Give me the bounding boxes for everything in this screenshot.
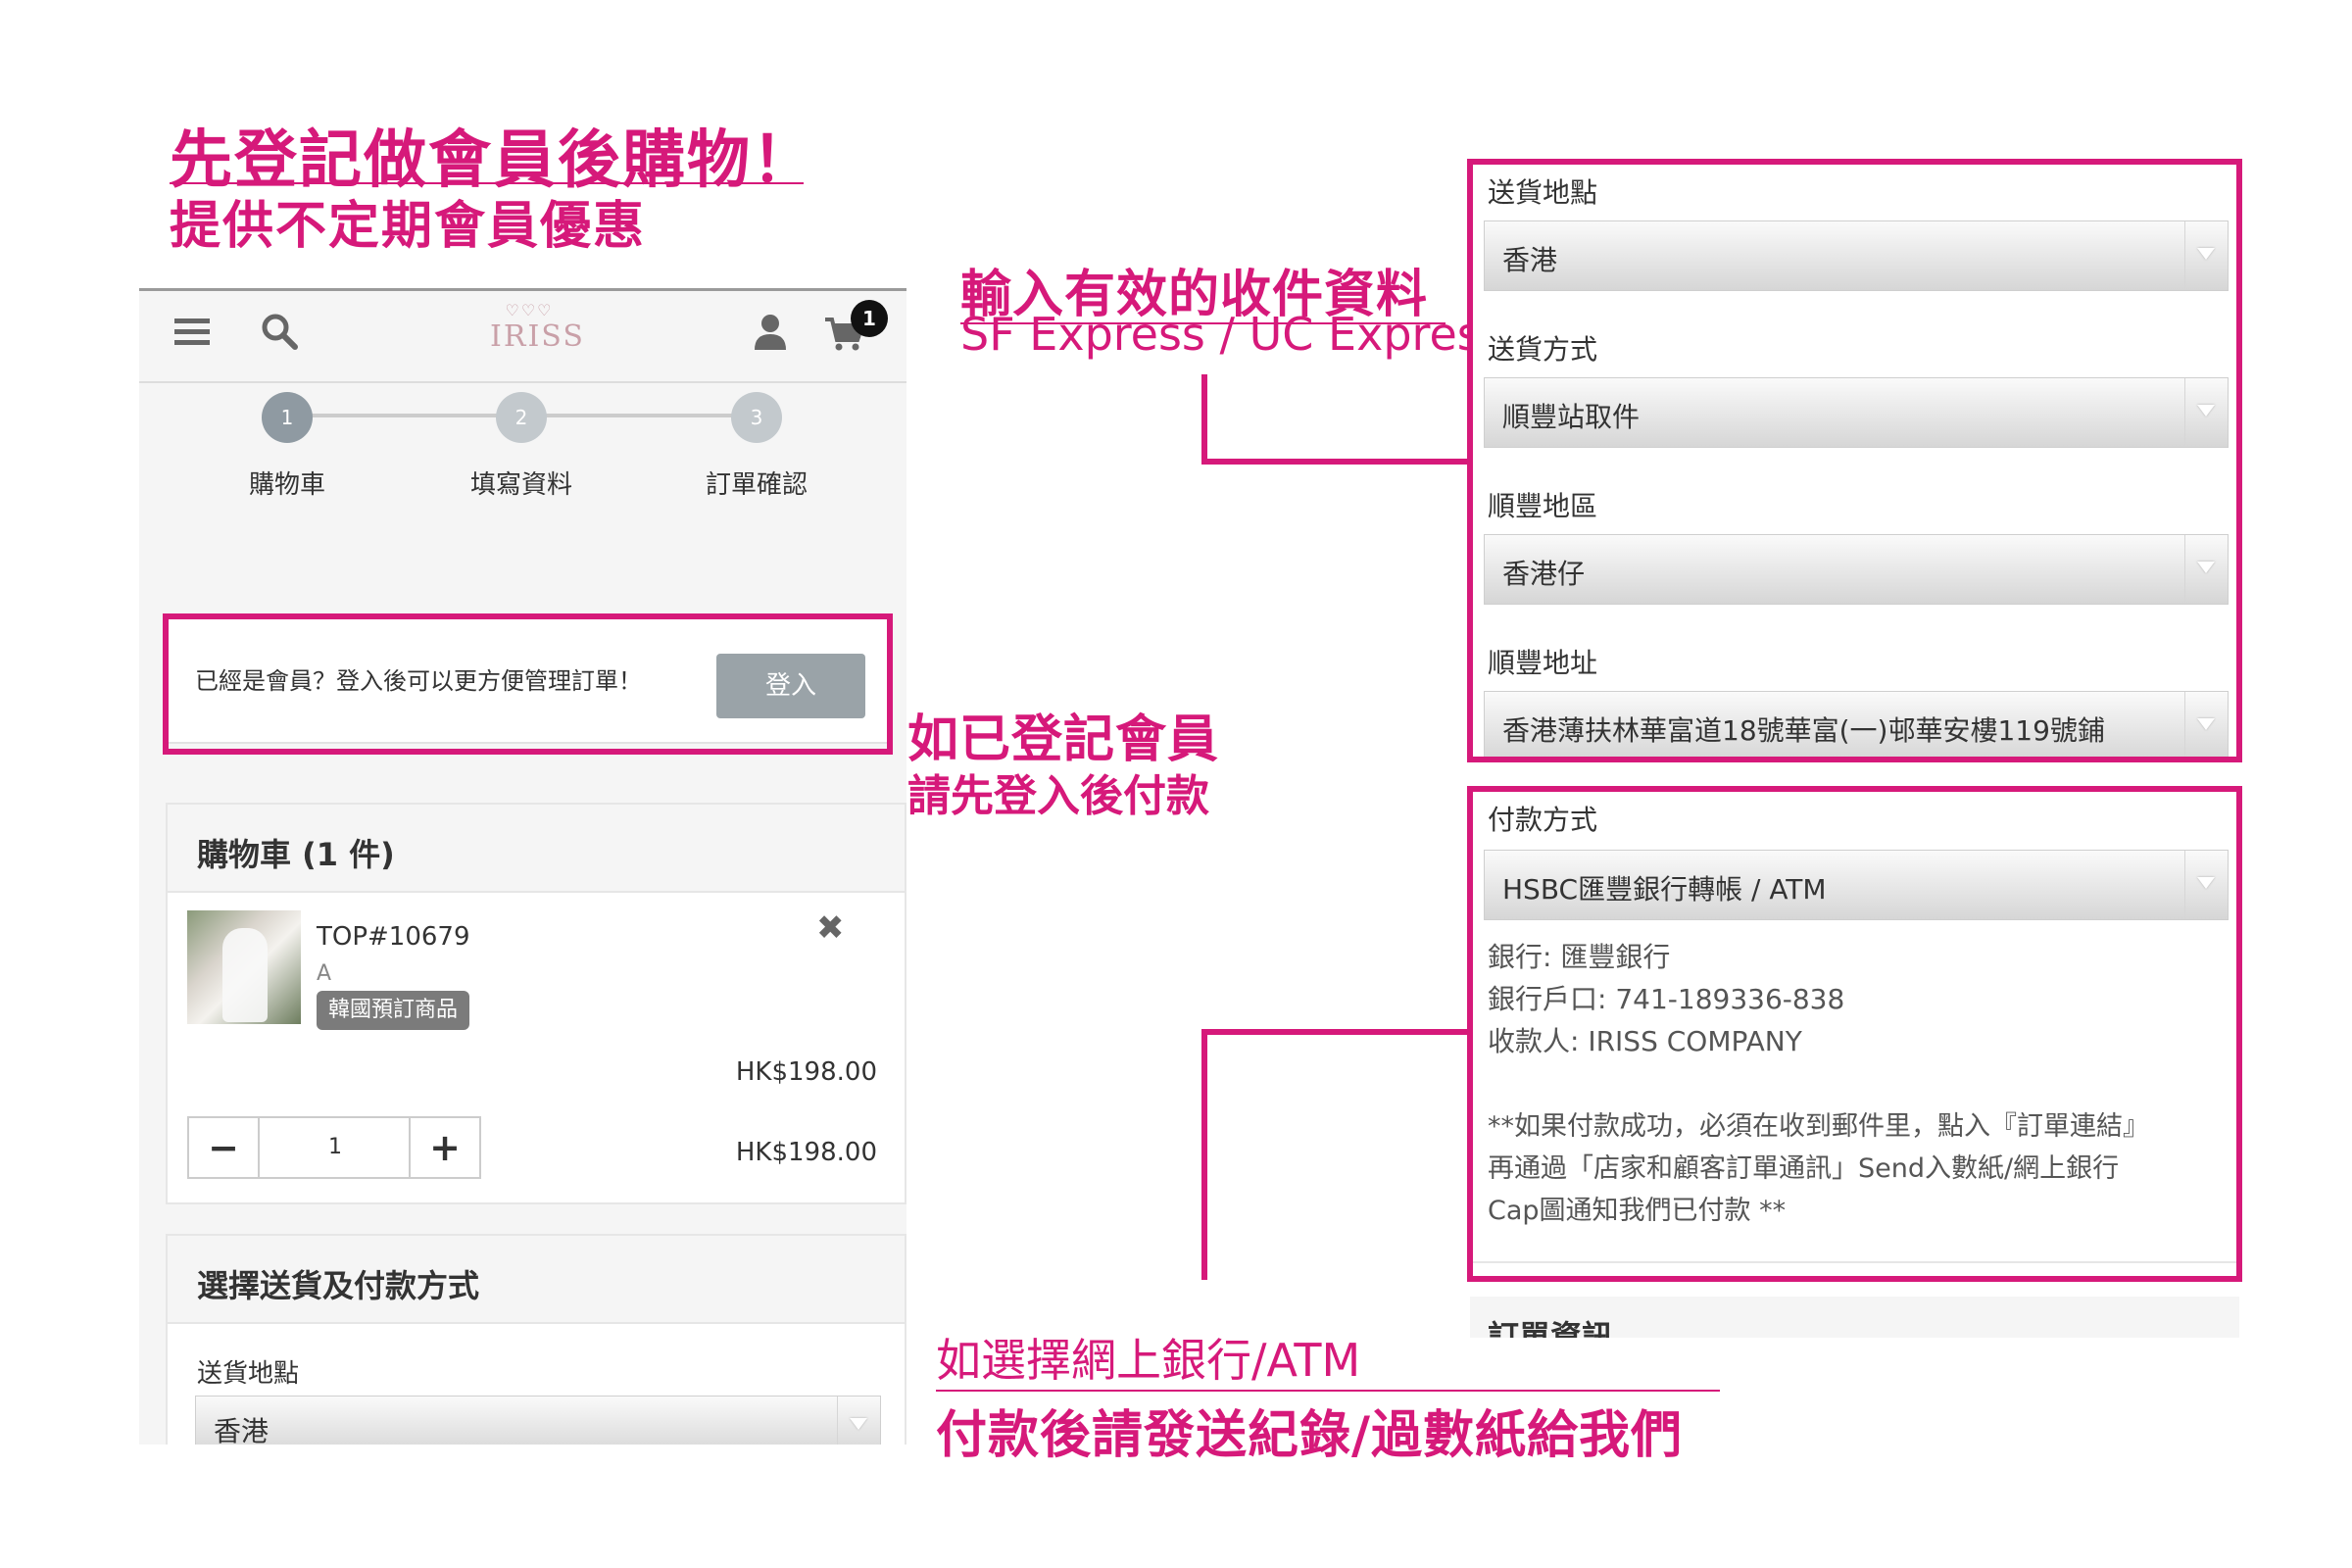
mobile-checkout-screen: ♡♡♡ IRISS 1 2 3 購物車 填寫資料 訂單確認 已經是會員？登入後可… xyxy=(139,288,906,1445)
shipping-highlight-box xyxy=(1467,159,2242,762)
quantity-plus-button[interactable]: + xyxy=(409,1118,479,1177)
chevron-down-icon xyxy=(837,1396,880,1445)
step-2-label: 填寫資料 xyxy=(469,470,572,500)
headline-sub-annotation: 提供不定期會員優惠 xyxy=(170,197,647,256)
delivery-location-value: 香港 xyxy=(214,1415,270,1445)
item-subtotal: HK$198.00 xyxy=(735,1138,877,1167)
cart-count-badge: 1 xyxy=(851,300,888,337)
shipping-note-sub: SF Express / UC Express xyxy=(960,308,1504,361)
quantity-input[interactable]: 1 xyxy=(260,1118,411,1177)
bank-note-title: 如選擇網上銀行/ATM xyxy=(936,1334,1361,1387)
step-3-label: 訂單確認 xyxy=(705,470,808,500)
unit-price: HK$198.00 xyxy=(735,1057,877,1087)
step-2-circle: 2 xyxy=(496,392,547,443)
cart-card-header: 購物車 (1 件) xyxy=(168,805,905,893)
login-highlight-box xyxy=(163,613,893,755)
order-info-title: 訂單資訊 xyxy=(1488,1318,1614,1338)
bank-note-sub: 付款後請發送紀錄/過數紙給我們 xyxy=(936,1406,1683,1465)
logo-hearts: ♡♡♡ xyxy=(505,301,554,319)
menu-icon[interactable] xyxy=(174,313,210,358)
bank-note-underline xyxy=(936,1390,1720,1392)
step-1-label: 購物車 xyxy=(248,470,325,500)
shipping-connector-vertical xyxy=(1201,374,1207,465)
quantity-stepper: − 1 + xyxy=(187,1116,481,1179)
delivery-card-header: 選擇送貨及付款方式 xyxy=(168,1236,905,1324)
cart-card: 購物車 (1 件) TOP#10679 A 韓國預訂商品 ✖ HK$198.00… xyxy=(166,803,906,1204)
product-thumbnail[interactable] xyxy=(187,910,301,1024)
step-1-circle: 1 xyxy=(262,392,313,443)
payment-connector-horizontal xyxy=(1201,1029,1472,1035)
cart-title: 購物車 (1 件) xyxy=(197,836,395,873)
top-navbar: ♡♡♡ IRISS xyxy=(139,291,906,383)
member-note-sub: 請先登入後付款 xyxy=(907,771,1209,821)
user-icon[interactable] xyxy=(755,313,786,360)
delivery-location-label: 送貨地點 xyxy=(197,1359,300,1389)
shipping-connector-horizontal xyxy=(1201,459,1472,465)
cart-item: TOP#10679 A 韓國預訂商品 ✖ HK$198.00 − 1 + HK$… xyxy=(168,893,905,1204)
order-info-header: 訂單資訊 xyxy=(1470,1297,2239,1338)
step-3-circle: 3 xyxy=(731,392,782,443)
payment-connector-vertical xyxy=(1201,1029,1207,1280)
delivery-payment-card: 選擇送貨及付款方式 送貨地點 香港 xyxy=(166,1234,906,1445)
product-variant: A xyxy=(317,961,332,986)
search-icon[interactable] xyxy=(261,313,298,360)
brand-logo[interactable]: ♡♡♡ IRISS xyxy=(490,301,585,354)
delivery-section-title: 選擇送貨及付款方式 xyxy=(197,1267,480,1304)
delivery-location-select[interactable]: 香港 xyxy=(195,1396,881,1445)
quantity-minus-button[interactable]: − xyxy=(189,1118,260,1177)
product-name[interactable]: TOP#10679 xyxy=(317,922,470,952)
preorder-tag: 韓國預訂商品 xyxy=(317,991,470,1030)
product-thumbnail-figure xyxy=(222,928,268,1022)
remove-item-icon[interactable]: ✖ xyxy=(816,908,845,948)
logo-text: IRISS xyxy=(490,319,585,354)
payment-highlight-box xyxy=(1467,786,2242,1282)
